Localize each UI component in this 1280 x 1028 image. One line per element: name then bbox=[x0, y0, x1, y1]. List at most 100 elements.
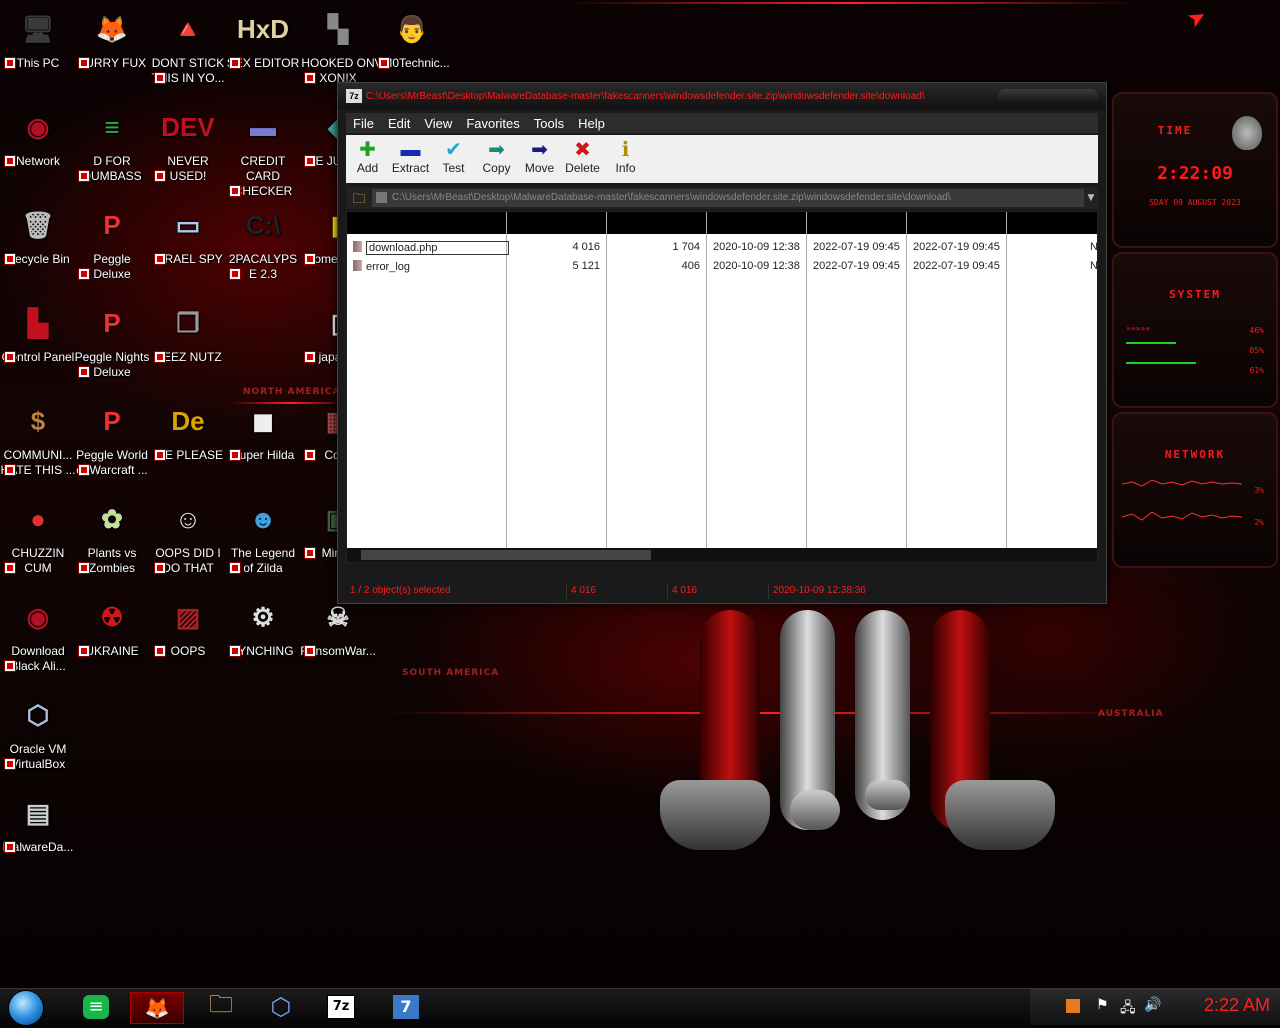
desktop-icon[interactable]: $ COMMUNI... HATE THIS ... bbox=[0, 398, 76, 478]
shortcut-arrow-icon bbox=[4, 660, 16, 672]
menu-bar: File Edit View Favorites Tools Help bbox=[346, 113, 1098, 133]
desktop-icon[interactable]: P Peggle Nights Deluxe bbox=[74, 300, 150, 380]
taskbar-clock[interactable]: 2:22 AM bbox=[1204, 995, 1270, 1016]
minus-icon: ▬ bbox=[400, 139, 421, 161]
taskbar-virtualbox[interactable]: ⬡ bbox=[255, 992, 307, 1022]
desktop-icon[interactable]: ▭ ISRAEL SPY bbox=[150, 202, 226, 267]
menu-tools[interactable]: Tools bbox=[527, 116, 571, 131]
menu-file[interactable]: File bbox=[346, 116, 381, 131]
desktop-icon[interactable]: P Peggle Deluxe bbox=[74, 202, 150, 282]
up-folder-icon[interactable]: 🗀 bbox=[350, 190, 368, 207]
shortcut-arrow-icon bbox=[78, 268, 90, 280]
volume-icon[interactable]: 🔊 bbox=[1144, 997, 1161, 1013]
chevron-down-icon[interactable]: ▼ bbox=[1084, 193, 1098, 203]
shortcut-arrow-icon bbox=[78, 562, 90, 574]
copy-arrow-icon: ➡ bbox=[488, 139, 505, 161]
shortcut-arrow-icon bbox=[154, 645, 166, 657]
address-bar: 🗀 C:\Users\MrBeast\Desktop\MalwareDataba… bbox=[346, 187, 1098, 209]
desktop-icon[interactable]: ▤ MalwareDa... bbox=[0, 790, 76, 855]
file-icon bbox=[353, 260, 362, 271]
window-controls[interactable] bbox=[998, 89, 1098, 103]
taskbar-notes-app[interactable]: ≡ bbox=[70, 992, 122, 1022]
column-header[interactable] bbox=[347, 212, 1097, 234]
shortcut-arrow-icon bbox=[4, 758, 16, 770]
system-gadget[interactable]: SYSTEM »»»»» 46% 85% 61% bbox=[1112, 252, 1278, 408]
start-button[interactable] bbox=[8, 990, 44, 1026]
menu-favorites[interactable]: Favorites bbox=[459, 116, 526, 131]
scrollbar-thumb[interactable] bbox=[361, 550, 651, 560]
menu-edit[interactable]: Edit bbox=[381, 116, 417, 131]
map-line bbox=[380, 712, 1140, 714]
shortcut-arrow-icon bbox=[304, 645, 316, 657]
plus-icon: ✚ bbox=[359, 139, 376, 161]
desktop-icon[interactable]: ▙ Control Panel bbox=[0, 300, 76, 365]
desktop-icon-image: $ bbox=[30, 405, 46, 436]
desktop-icon[interactable]: 🦊 FURRY FUX bbox=[74, 6, 150, 71]
taskbar-file-explorer[interactable]: 🗀 bbox=[195, 990, 247, 1022]
desktop-icon[interactable]: ❐ DEEZ NUTZ bbox=[150, 300, 226, 365]
shortcut-arrow-icon bbox=[78, 366, 90, 378]
desktop-icon[interactable]: ≡ D FOR DUMBASS bbox=[74, 104, 150, 184]
ram-value: 85% bbox=[1249, 346, 1264, 355]
desktop-icon[interactable]: ⬡ Oracle VM VirtualBox bbox=[0, 692, 76, 772]
desktop-icon[interactable]: ◉ Download Black Ali... bbox=[0, 594, 76, 674]
add-button[interactable]: ✚ Add bbox=[346, 135, 389, 183]
map-line bbox=[560, 2, 1140, 4]
taskbar-firefox[interactable]: 🦊 bbox=[130, 992, 184, 1024]
alien-logo-icon bbox=[1232, 116, 1262, 150]
shortcut-arrow-icon bbox=[304, 253, 316, 265]
move-button[interactable]: ➡ Move bbox=[518, 135, 561, 183]
status-selection: 1 / 2 object(s) selected bbox=[346, 583, 567, 599]
desktop-icon[interactable]: 🔺 DONT STICK THIS IN YO... bbox=[150, 6, 226, 86]
time-gadget[interactable]: TIME 2:22:09 SDAY 09 AUGUST 2023 bbox=[1112, 92, 1278, 248]
menu-view[interactable]: View bbox=[417, 116, 459, 131]
add-label: Add bbox=[356, 161, 379, 175]
shortcut-arrow-icon bbox=[4, 562, 16, 574]
desktop-icon[interactable]: ☢ UKRAINE bbox=[74, 594, 150, 659]
desktop-icon[interactable]: 🗑 Recycle Bin bbox=[0, 202, 76, 267]
file-list[interactable]: download.php 4 016 1 704 2020-10-09 12:3… bbox=[346, 211, 1098, 563]
network-gadget[interactable]: NETWORK 3% 2% bbox=[1112, 412, 1278, 568]
7zip-window[interactable]: 7z C:\Users\MrBeast\Desktop\MalwareDatab… bbox=[337, 82, 1107, 604]
delete-button[interactable]: ✖ Delete bbox=[561, 135, 604, 183]
desktop-icon[interactable]: ☺ OOPS DID I DO THAT bbox=[150, 496, 226, 576]
network-icon[interactable]: 🖧 bbox=[1120, 997, 1136, 1021]
desktop-icon[interactable]: ▬ CREDIT CARD CHECKER bbox=[225, 104, 301, 199]
address-field[interactable]: C:\Users\MrBeast\Desktop\MalwareDatabase… bbox=[372, 189, 1084, 207]
tray-app-icon[interactable] bbox=[1066, 999, 1080, 1013]
info-button[interactable]: ℹ Info bbox=[604, 135, 647, 183]
desktop-icon[interactable]: De DIE PLEASE bbox=[150, 398, 226, 463]
copy-button[interactable]: ➡ Copy bbox=[475, 135, 518, 183]
shortcut-arrow-icon bbox=[154, 170, 166, 182]
desktop-icon[interactable]: 👨 VM0Technic... bbox=[374, 6, 450, 71]
desktop-icon[interactable]: ▚ HOOKED ON XONIX bbox=[300, 6, 376, 86]
menu-help[interactable]: Help bbox=[571, 116, 612, 131]
desktop-icon[interactable]: ✿ Plants vs Zombies bbox=[74, 496, 150, 576]
desktop-icon[interactable]: ⚙ LYNCHING bbox=[225, 594, 301, 659]
desktop-icon[interactable]: ● CHUZZIN CUM bbox=[0, 496, 76, 576]
desktop-icon[interactable]: ☻ The Legend of Zilda bbox=[225, 496, 301, 576]
file-row[interactable]: download.php 4 016 1 704 2020-10-09 12:3… bbox=[347, 238, 1097, 257]
system-tray: ⚑ 🖧 🔊 2:22 AM bbox=[1030, 989, 1280, 1025]
title-bar[interactable]: 7z C:\Users\MrBeast\Desktop\MalwareDatab… bbox=[338, 83, 1106, 109]
desktop-icon[interactable]: DEV NEVER USED! bbox=[150, 104, 226, 184]
shortcut-arrow-icon bbox=[229, 268, 241, 280]
desktop-icon[interactable]: HxD SEX EDITOR bbox=[225, 6, 301, 71]
test-button[interactable]: ✔ Test bbox=[432, 135, 475, 183]
desktop-icon[interactable]: ◉ Network bbox=[0, 104, 76, 169]
file-accessed: 2022-07-19 09:45 bbox=[913, 241, 1000, 253]
file-extra: N bbox=[1090, 260, 1098, 272]
flag-icon[interactable]: ⚑ bbox=[1096, 997, 1109, 1013]
desktop-icon[interactable]: ◼ Super Hilda bbox=[225, 398, 301, 463]
desktop-icon[interactable]: 🖥 This PC bbox=[0, 6, 76, 71]
file-row[interactable]: error_log 5 121 406 2020-10-09 12:38 202… bbox=[347, 257, 1097, 276]
shortcut-arrow-icon bbox=[304, 72, 316, 84]
desktop-icon[interactable]: ▨ OOPS bbox=[150, 594, 226, 659]
taskbar-7zip[interactable]: 7z bbox=[315, 992, 367, 1022]
desktop-icon[interactable]: P Peggle World of Warcraft ... bbox=[74, 398, 150, 478]
taskbar-windows7-app[interactable]: 7 bbox=[380, 992, 432, 1022]
desktop-icon[interactable]: C:\ 2PACALYPSE 2.3 bbox=[225, 202, 301, 282]
extract-button[interactable]: ▬ Extract bbox=[389, 135, 432, 183]
file-modified: 2020-10-09 12:38 bbox=[713, 241, 800, 253]
horizontal-scrollbar[interactable] bbox=[347, 548, 1097, 562]
